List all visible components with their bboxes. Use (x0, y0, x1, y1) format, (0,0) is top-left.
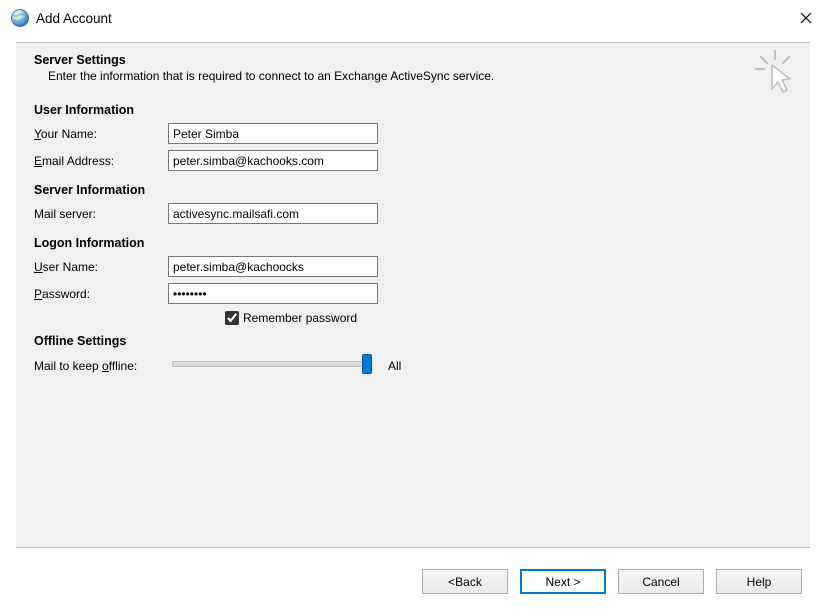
email-input[interactable] (168, 150, 378, 171)
cursor-click-icon (752, 49, 798, 95)
next-button[interactable]: Next > (520, 569, 606, 594)
password-input[interactable] (168, 283, 378, 304)
row-your-name: Your Name: (34, 123, 792, 144)
row-offline-slider: Mail to keep offline: All (34, 354, 792, 378)
email-label: Email Address: (34, 154, 168, 168)
header-title: Server Settings (34, 53, 792, 67)
row-user-name: User Name: (34, 256, 792, 277)
section-user-info-heading: User Information (34, 103, 792, 117)
your-name-label: Your Name: (34, 127, 168, 141)
user-name-input[interactable] (168, 256, 378, 277)
section-logon-info-heading: Logon Information (34, 236, 792, 250)
mail-server-label: Mail server: (34, 207, 168, 221)
user-name-label: User Name: (34, 260, 168, 274)
row-remember-password: Remember password (224, 310, 792, 326)
globe-icon (10, 8, 30, 28)
window-title: Add Account (36, 11, 112, 26)
close-icon (800, 12, 812, 24)
offline-slider[interactable] (172, 354, 372, 378)
row-email: Email Address: (34, 150, 792, 171)
cancel-button[interactable]: Cancel (618, 569, 704, 594)
content-panel: Server Settings Enter the information th… (16, 42, 810, 548)
password-label: Password: (34, 287, 168, 301)
mail-server-input[interactable] (168, 203, 378, 224)
offline-slider-label: Mail to keep offline: (34, 359, 168, 373)
button-bar: < Back Next > Cancel Help (422, 569, 802, 594)
back-button[interactable]: < Back (422, 569, 508, 594)
remember-password-label: Remember password (243, 311, 357, 325)
your-name-input[interactable] (168, 123, 378, 144)
row-password: Password: (34, 283, 792, 304)
remember-password-checkbox[interactable] (225, 311, 239, 325)
help-button[interactable]: Help (716, 569, 802, 594)
title-bar: Add Account (0, 0, 826, 36)
add-account-window: Add Account Server Settings Enter the in… (0, 0, 826, 614)
offline-slider-value: All (388, 359, 401, 373)
row-mail-server: Mail server: (34, 203, 792, 224)
close-button[interactable] (796, 8, 816, 28)
slider-thumb[interactable] (362, 354, 372, 374)
section-offline-heading: Offline Settings (34, 334, 792, 348)
slider-track (172, 361, 372, 367)
section-server-info-heading: Server Information (34, 183, 792, 197)
header-subtitle: Enter the information that is required t… (48, 69, 792, 83)
